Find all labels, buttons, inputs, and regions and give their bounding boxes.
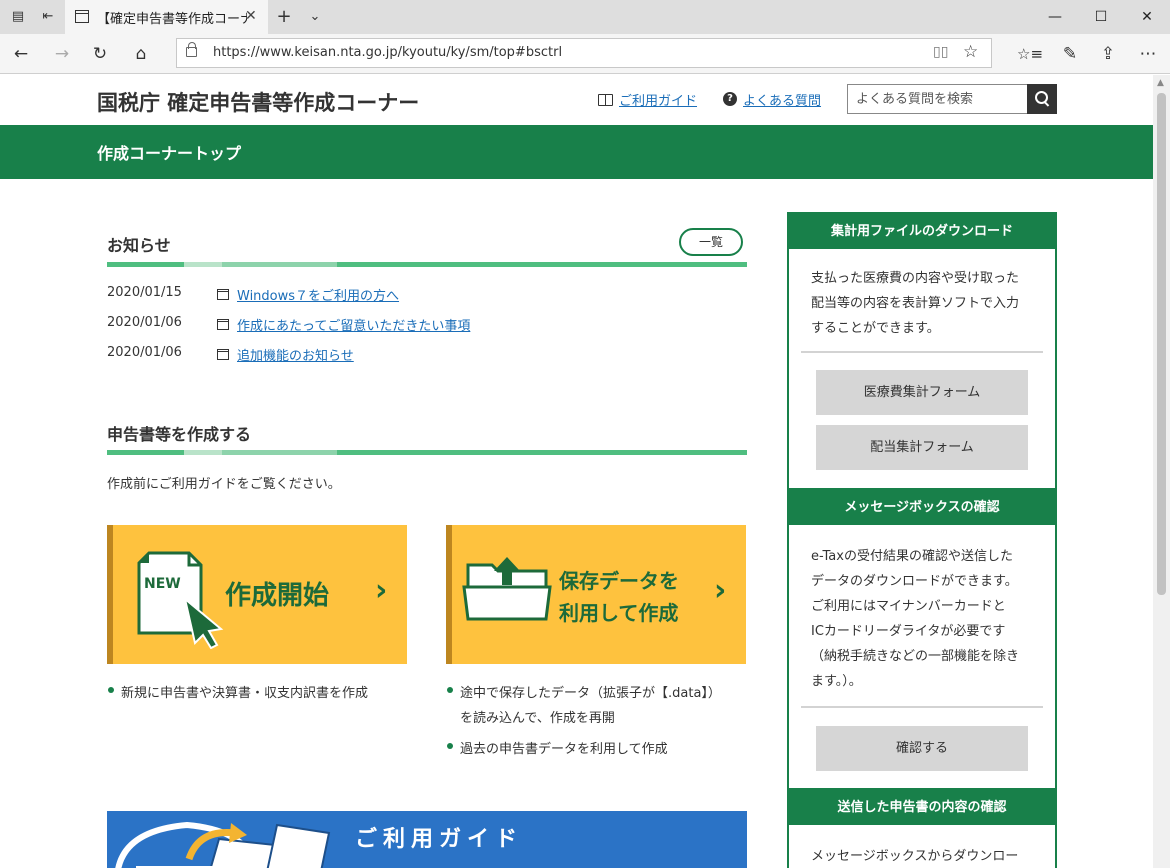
guide-illustration-icon (115, 821, 331, 868)
new-tab-icon[interactable]: + (274, 7, 294, 27)
sent-text-line: メッセージボックスからダウンロー (811, 849, 1019, 864)
message-text-line: データのダウンロードができます。 (811, 574, 1018, 589)
news-link[interactable]: 追加機能のお知らせ (237, 345, 354, 364)
medical-form-button[interactable]: 医療費集計フォーム (816, 370, 1028, 415)
bullet-dot (108, 687, 114, 693)
download-text-line: 配当等の内容を表計算ソフトで入力 (811, 296, 1020, 311)
start-bullet: 新規に申告書や決算書・収支内訳書を作成 (121, 686, 369, 701)
browser-address-bar: ← → ↻ ⌂ https://www.keisan.nta.go.jp/kyo… (0, 34, 1170, 74)
dividend-form-button[interactable]: 配当集計フォーム (816, 425, 1028, 470)
news-date: 2020/01/06 (107, 315, 182, 330)
faq-link[interactable]: よくある質問 (743, 90, 821, 109)
pen-notes-icon[interactable]: ✎ (1058, 42, 1082, 66)
guide-link[interactable]: ご利用ガイド (619, 90, 697, 109)
web-page: 国税庁 確定申告書等作成コーナー ご利用ガイド ? よくある質問 作成コーナート… (0, 75, 1153, 868)
url-text: https://www.keisan.nta.go.jp/kyoutu/ky/s… (213, 45, 563, 60)
use-saved-label-line1: 保存データを (559, 569, 679, 593)
browser-tab-bar: ▤ ⇤ 【確定申告書等作成コーナー】 ✕ + ⌄ — ☐ ✕ (0, 0, 1170, 34)
download-text-line: 支払った医療費の内容や受け取った (811, 271, 1020, 286)
create-heading: 申告書等を作成する (107, 425, 252, 444)
share-icon[interactable]: ⇪ (1096, 42, 1120, 66)
divider (801, 351, 1043, 353)
download-text-line: することができます。 (811, 321, 940, 336)
create-heading-underline (107, 450, 747, 455)
news-date: 2020/01/15 (107, 285, 182, 300)
sidebar-download-box: 集計用ファイルのダウンロード 支払った医療費の内容や受け取った 配当等の内容を表… (787, 212, 1057, 490)
news-date: 2020/01/06 (107, 345, 182, 360)
tab-title: 【確定申告書等作成コーナー】 (97, 12, 247, 27)
folder-upload-icon (462, 557, 552, 621)
page-favicon-icon (75, 10, 89, 23)
message-text-line: e-Taxの受付結果の確認や送信した (811, 549, 1013, 564)
site-title: 国税庁 確定申告書等作成コーナー (97, 91, 420, 115)
reading-view-icon[interactable]: ▯▯ (933, 44, 948, 60)
tab-preview-chevron-icon[interactable]: ⌄ (305, 7, 325, 27)
favorite-star-icon[interactable]: ☆ (963, 42, 978, 62)
divider (801, 706, 1043, 708)
page-scrollbar[interactable]: ▲ (1153, 75, 1170, 868)
question-icon: ? (723, 92, 737, 106)
start-create-label: 作成開始 (225, 581, 330, 611)
use-saved-label-line2: 利用して作成 (559, 601, 679, 625)
guide-banner-label: ご利用ガイド (355, 827, 524, 852)
page-title: 作成コーナートップ (97, 144, 242, 163)
more-menu-icon[interactable]: ⋯ (1136, 42, 1160, 66)
faq-search-input[interactable] (847, 84, 1027, 114)
news-list-button[interactable]: 一覧 (679, 228, 743, 256)
message-heading: メッセージボックスの確認 (789, 490, 1055, 525)
message-text-line: ご利用にはマイナンバーカードと (811, 599, 1006, 614)
saved-bullet-past: 過去の申告書データを利用して作成 (460, 742, 668, 757)
scroll-up-arrow-icon[interactable]: ▲ (1157, 78, 1164, 88)
guide-banner[interactable]: ご利用ガイド (107, 811, 747, 868)
bullet-dot (447, 687, 453, 693)
forward-arrow-icon[interactable]: → (50, 42, 74, 66)
message-text-line: ます。）。 (811, 674, 862, 689)
saved-bullet-line1: 途中で保存したデータ（拡張子が【.data】） (460, 686, 721, 701)
new-document-icon (137, 551, 224, 649)
chevron-right-icon: › (375, 573, 388, 608)
close-window-icon[interactable]: ✕ (1124, 0, 1170, 34)
minimize-window-icon[interactable]: — (1032, 0, 1078, 34)
maximize-window-icon[interactable]: ☐ (1078, 0, 1124, 34)
news-heading: お知らせ (107, 236, 171, 255)
sidebar-message-box: メッセージボックスの確認 e-Taxの受付結果の確認や送信した データのダウンロ… (787, 488, 1057, 790)
bullet-dot (447, 743, 453, 749)
use-saved-data-button[interactable]: 保存データを 利用して作成 › (446, 525, 746, 664)
message-confirm-button[interactable]: 確認する (816, 726, 1028, 771)
tab-manager-icon[interactable]: ▤ (8, 7, 28, 27)
window-icon (217, 319, 229, 330)
set-aside-tabs-icon[interactable]: ⇤ (38, 7, 58, 27)
news-link[interactable]: 作成にあたってご留意いただきたい事項 (237, 315, 470, 334)
window-icon (217, 289, 229, 300)
home-icon[interactable]: ⌂ (129, 42, 153, 66)
back-arrow-icon[interactable]: ← (9, 42, 33, 66)
browser-tab-active[interactable]: 【確定申告書等作成コーナー】 ✕ (65, 0, 268, 34)
message-text-line: （納税手続きなどの一部機能を除き (811, 649, 1020, 664)
top-nav-band: 作成コーナートップ (0, 125, 1153, 179)
start-create-button[interactable]: NEW 作成開始 › (107, 525, 407, 664)
create-intro: 作成前にご利用ガイドをご覧ください。 (107, 477, 341, 492)
news-link[interactable]: Windows７をご利用の方へ (237, 285, 399, 304)
scroll-thumb[interactable] (1157, 93, 1166, 595)
window-icon (217, 349, 229, 360)
book-icon (598, 94, 614, 106)
lock-icon (186, 42, 197, 57)
saved-bullet-line2: を読み込んで、作成を再開 (460, 711, 615, 726)
sidebar-sent-box: 送信した申告書の内容の確認 メッセージボックスからダウンロー (787, 788, 1057, 868)
url-field[interactable]: https://www.keisan.nta.go.jp/kyoutu/ky/s… (176, 38, 992, 68)
news-heading-underline (107, 262, 747, 267)
refresh-icon[interactable]: ↻ (88, 42, 112, 66)
chevron-right-icon: › (714, 573, 727, 608)
message-text-line: ICカードリーダライタが必要です (811, 624, 1006, 639)
download-heading: 集計用ファイルのダウンロード (789, 214, 1055, 249)
search-button[interactable] (1027, 84, 1057, 114)
new-badge: NEW (144, 576, 181, 592)
favorites-list-icon[interactable]: ☆≡ (1017, 42, 1043, 66)
sent-heading: 送信した申告書の内容の確認 (789, 790, 1055, 825)
close-tab-icon[interactable]: ✕ (245, 8, 257, 24)
